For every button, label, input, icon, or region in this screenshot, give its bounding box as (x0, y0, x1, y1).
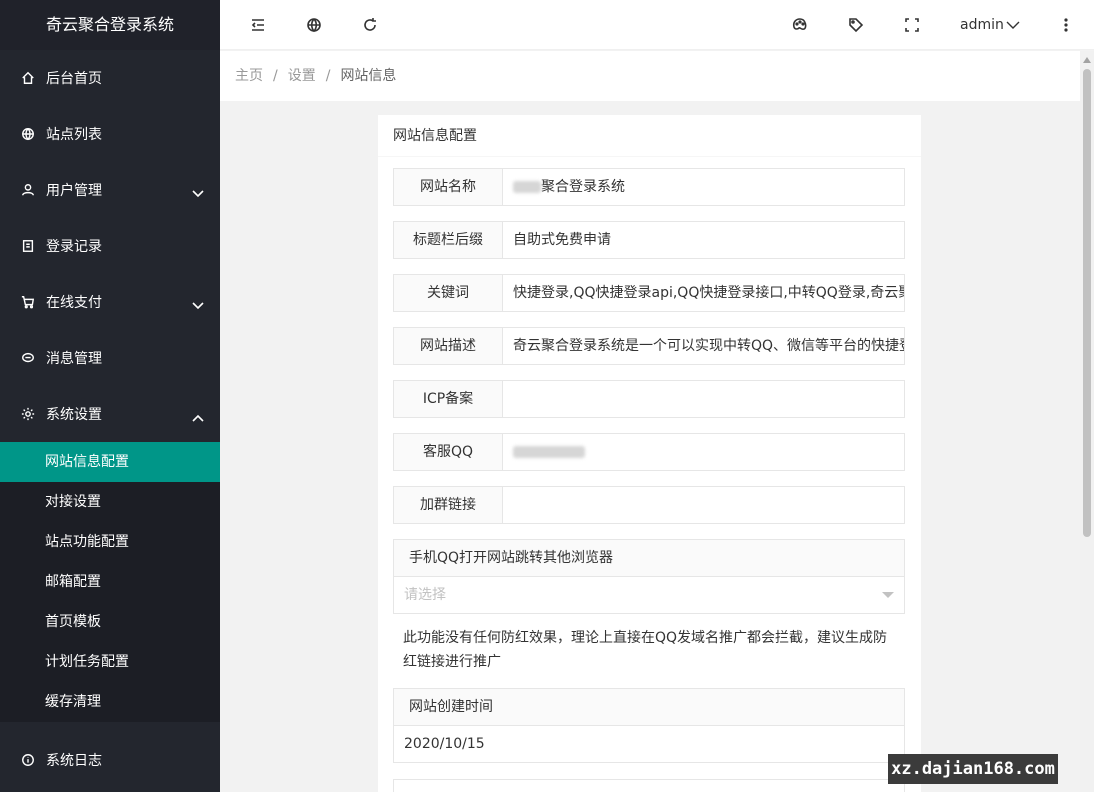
site-name-value: 聚合登录系统 (541, 179, 625, 195)
next-block (393, 779, 905, 792)
submenu-item-site-info[interactable]: 网站信息配置 (0, 442, 220, 482)
browser-jump-label: 手机QQ打开网站跳转其他浏览器 (394, 540, 904, 577)
globe-icon (20, 126, 36, 142)
gear-icon (20, 406, 36, 422)
vertical-scrollbar[interactable] (1080, 51, 1094, 792)
document-icon (20, 238, 36, 254)
sidebar-item-settings[interactable]: 系统设置 (0, 386, 220, 442)
browser-jump-select[interactable]: 请选择 (394, 577, 904, 613)
caret-down-icon (882, 592, 894, 598)
menu-collapse-icon[interactable] (246, 0, 270, 50)
chevron-down-icon (1006, 21, 1020, 29)
redacted-text (513, 181, 541, 193)
form-row-service-qq: 客服QQ (393, 433, 905, 471)
breadcrumb: 主页 / 设置 / 网站信息 (220, 51, 1080, 101)
description-input[interactable]: 奇云聚合登录系统是一个可以实现中转QQ、微信等平台的快捷登 (503, 328, 904, 364)
sidebar-item-home[interactable]: 后台首页 (0, 50, 220, 106)
site-name-input[interactable]: 聚合登录系统 (503, 169, 904, 205)
palette-icon[interactable] (788, 0, 812, 50)
chevron-down-icon (192, 298, 204, 314)
sidebar-item-label: 登录记录 (46, 239, 102, 255)
breadcrumb-settings[interactable]: 设置 (288, 68, 316, 84)
field-label: 加群链接 (394, 487, 503, 523)
sidebar-item-label: 消息管理 (46, 351, 102, 367)
sidebar-item-payment[interactable]: 在线支付 (0, 274, 220, 330)
create-time-label: 网站创建时间 (394, 689, 904, 726)
top-header: admin (220, 0, 1094, 50)
field-label: 客服QQ (394, 434, 503, 470)
sidebar-item-sites[interactable]: 站点列表 (0, 106, 220, 162)
home-icon (20, 70, 36, 86)
browser-jump-tip: 此功能没有任何防红效果，理论上直接在QQ发域名推广都会拦截，建议生成防红链接进行… (403, 630, 888, 670)
sidebar-item-label: 系统设置 (46, 407, 102, 423)
sidebar-item-users[interactable]: 用户管理 (0, 162, 220, 218)
field-label: 网站描述 (394, 328, 503, 364)
scrollbar-thumb[interactable] (1083, 69, 1091, 537)
breadcrumb-separator: / (325, 68, 331, 84)
card-title: 网站信息配置 (378, 115, 921, 157)
scroll-up-arrow[interactable] (1083, 57, 1091, 63)
sidebar-item-system-log[interactable]: 系统日志 (0, 732, 220, 788)
refresh-icon[interactable] (358, 0, 382, 50)
username: admin (960, 17, 1004, 33)
cart-icon (20, 294, 36, 310)
more-icon[interactable] (1054, 0, 1078, 50)
info-icon (20, 752, 36, 768)
chevron-down-icon (192, 186, 204, 202)
submenu-item-cache[interactable]: 缓存清理 (0, 682, 220, 722)
submenu-item-cron[interactable]: 计划任务配置 (0, 642, 220, 682)
tag-icon[interactable] (844, 0, 868, 50)
field-label: 网站名称 (394, 169, 503, 205)
form-row-icp: ICP备案 (393, 380, 905, 418)
select-placeholder: 请选择 (404, 587, 446, 603)
redacted-text (513, 446, 585, 458)
create-time-input[interactable]: 2020/10/15 (394, 726, 904, 762)
submenu-item-integration[interactable]: 对接设置 (0, 482, 220, 522)
watermark: xz.dajian168.com (888, 754, 1058, 784)
form-row-site-name: 网站名称 聚合登录系统 (393, 168, 905, 206)
user-icon (20, 182, 36, 198)
submenu-item-mail[interactable]: 邮箱配置 (0, 562, 220, 602)
submenu-item-home-template[interactable]: 首页模板 (0, 602, 220, 642)
submenu-item-site-features[interactable]: 站点功能配置 (0, 522, 220, 562)
form-row-description: 网站描述 奇云聚合登录系统是一个可以实现中转QQ、微信等平台的快捷登 (393, 327, 905, 365)
breadcrumb-separator: / (273, 68, 278, 84)
sidebar: 奇云聚合登录系统 后台首页 站点列表 用户管理 登录记录 在线支付 消息管理 系… (0, 0, 220, 792)
sidebar-item-label: 站点列表 (46, 127, 102, 143)
sidebar-item-messages[interactable]: 消息管理 (0, 330, 220, 386)
field-label: ICP备案 (394, 381, 503, 417)
create-time-block: 网站创建时间 2020/10/15 (393, 688, 905, 763)
group-link-input[interactable] (503, 487, 904, 523)
field-label: 标题栏后缀 (394, 222, 503, 258)
keywords-input[interactable]: 快捷登录,QQ快捷登录api,QQ快捷登录接口,中转QQ登录,奇云聚 (503, 275, 904, 311)
globe-icon[interactable] (302, 0, 326, 50)
form-row-title-suffix: 标题栏后缀 自助式免费申请 (393, 221, 905, 259)
site-info-card: 网站信息配置 网站名称 聚合登录系统 标题栏后缀 自助式免费申请 关键词 快捷登… (378, 115, 921, 792)
app-title: 奇云聚合登录系统 (0, 0, 220, 50)
sidebar-item-label: 用户管理 (46, 183, 102, 199)
title-suffix-input[interactable]: 自助式免费申请 (503, 222, 904, 258)
sidebar-item-login-records[interactable]: 登录记录 (0, 218, 220, 274)
form-row-group-link: 加群链接 (393, 486, 905, 524)
chat-icon (20, 350, 36, 366)
breadcrumb-current: 网站信息 (340, 68, 397, 84)
chevron-up-icon (192, 410, 204, 426)
sidebar-item-label: 系统日志 (46, 753, 102, 769)
fullscreen-icon[interactable] (900, 0, 924, 50)
icp-input[interactable] (503, 381, 904, 417)
browser-jump-block: 手机QQ打开网站跳转其他浏览器 请选择 (393, 539, 905, 614)
breadcrumb-home[interactable]: 主页 (235, 68, 263, 84)
form-row-keywords: 关键词 快捷登录,QQ快捷登录api,QQ快捷登录接口,中转QQ登录,奇云聚 (393, 274, 905, 312)
service-qq-input[interactable] (503, 434, 904, 470)
sidebar-item-label: 在线支付 (46, 295, 102, 311)
sidebar-item-label: 后台首页 (46, 71, 102, 87)
user-menu[interactable]: admin (960, 0, 1020, 50)
settings-submenu: 网站信息配置 对接设置 站点功能配置 邮箱配置 首页模板 计划任务配置 缓存清理 (0, 442, 220, 722)
field-label: 关键词 (394, 275, 503, 311)
